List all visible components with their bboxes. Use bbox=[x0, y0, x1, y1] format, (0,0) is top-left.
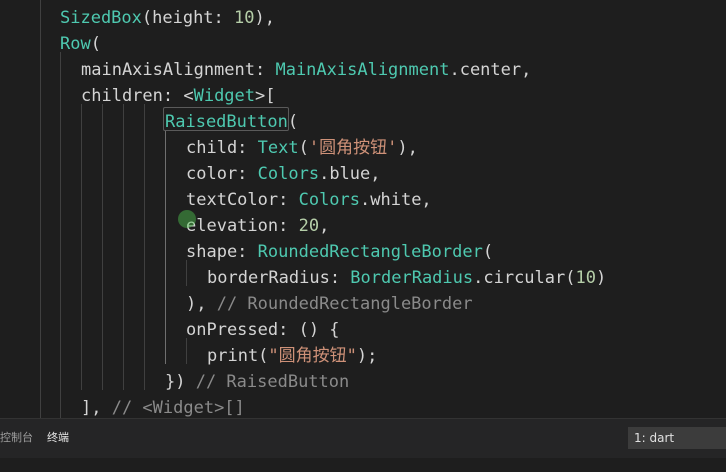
indent-guide bbox=[102, 104, 103, 390]
code-token: 20 bbox=[298, 216, 320, 236]
code-line[interactable]: shape: RoundedRectangleBorder( bbox=[186, 239, 493, 265]
code-token: BorderRadius bbox=[350, 268, 474, 288]
code-token: ), bbox=[254, 8, 275, 28]
indent-guide bbox=[60, 52, 61, 418]
terminal-area[interactable] bbox=[0, 458, 726, 472]
code-token: .circular( bbox=[473, 268, 576, 288]
code-token: "圆角按钮" bbox=[268, 346, 357, 366]
code-token: MainAxisAlignment bbox=[275, 60, 450, 80]
code-token: ); bbox=[356, 346, 378, 366]
code-line[interactable]: print("圆角按钮"); bbox=[207, 343, 377, 369]
code-token: onPressed: () { bbox=[186, 320, 340, 340]
code-token: '圆角按钮' bbox=[308, 138, 398, 158]
code-token: }) bbox=[165, 372, 196, 392]
code-token: .white, bbox=[360, 190, 432, 210]
code-token: ( bbox=[482, 242, 494, 262]
code-token: ), bbox=[186, 294, 217, 314]
code-token: SizedBox bbox=[60, 8, 142, 28]
code-token: (height: bbox=[141, 8, 235, 28]
indent-guide bbox=[81, 104, 82, 390]
code-token: 10 bbox=[575, 268, 596, 288]
code-line[interactable]: ), // RoundedRectangleBorder bbox=[186, 291, 473, 317]
code-token: ( bbox=[90, 34, 101, 54]
code-token: print( bbox=[207, 346, 269, 366]
code-line[interactable]: RaisedButton( bbox=[165, 109, 298, 135]
code-token: , bbox=[319, 216, 330, 236]
code-line[interactable]: onPressed: () { bbox=[186, 317, 340, 343]
code-line[interactable]: mainAxisAlignment: MainAxisAlignment.cen… bbox=[81, 57, 531, 83]
code-token: mainAxisAlignment: bbox=[81, 60, 276, 80]
code-token: // <Widget>[] bbox=[111, 398, 245, 418]
code-token: RaisedButton bbox=[165, 112, 288, 132]
code-token: ), bbox=[397, 138, 418, 158]
code-token: 10 bbox=[234, 8, 255, 28]
bottom-panel-bar: 控制台 终端 1: dart bbox=[0, 418, 726, 459]
code-line[interactable]: }) // RaisedButton bbox=[165, 369, 349, 395]
code-line[interactable]: ], // <Widget>[] bbox=[81, 395, 245, 418]
code-token: shape: bbox=[186, 242, 258, 262]
code-token: Widget bbox=[193, 86, 256, 106]
code-line[interactable]: borderRadius: BorderRadius.circular(10) bbox=[207, 265, 606, 291]
code-line[interactable]: textColor: Colors.white, bbox=[186, 187, 432, 213]
tab-debug-console[interactable]: 控制台 bbox=[0, 429, 33, 445]
code-token: borderRadius: bbox=[207, 268, 351, 288]
code-line[interactable]: color: Colors.blue, bbox=[186, 161, 381, 187]
indent-guide bbox=[144, 104, 145, 390]
code-token: ) bbox=[595, 268, 607, 288]
indent-guide bbox=[123, 104, 124, 390]
code-token: // RaisedButton bbox=[195, 372, 350, 392]
indent-guide-active bbox=[165, 130, 166, 364]
code-line[interactable]: elevation: 20, bbox=[186, 213, 329, 239]
terminal-select[interactable]: 1: dart bbox=[628, 427, 726, 449]
code-line[interactable]: child: Text('圆角按钮'), bbox=[186, 135, 418, 161]
code-token: textColor: bbox=[186, 190, 299, 210]
code-token: .blue, bbox=[319, 164, 381, 184]
code-token: >[ bbox=[255, 86, 276, 106]
cursor-indicator bbox=[178, 210, 196, 228]
code-token: ( bbox=[298, 138, 309, 158]
code-token: .center, bbox=[449, 60, 532, 80]
code-token: // RoundedRectangleBorder bbox=[216, 294, 473, 314]
code-token: child: bbox=[186, 138, 258, 158]
code-line[interactable]: Row( bbox=[60, 31, 101, 57]
tab-terminal[interactable]: 终端 bbox=[47, 429, 69, 445]
code-token: Colors bbox=[257, 164, 320, 184]
code-token: Colors bbox=[298, 190, 361, 210]
code-token: color: bbox=[186, 164, 258, 184]
code-editor[interactable]: SizedBox(height: 10), Row(mainAxisAlignme… bbox=[0, 0, 726, 418]
code-token: RoundedRectangleBorder bbox=[257, 242, 483, 262]
code-token: Text bbox=[257, 138, 299, 158]
code-token: Row bbox=[60, 34, 91, 54]
code-token: ( bbox=[287, 112, 299, 132]
code-token: elevation: bbox=[186, 216, 299, 236]
code-token: children: < bbox=[81, 86, 194, 106]
code-token: ], bbox=[81, 398, 112, 418]
code-line[interactable]: SizedBox(height: 10), bbox=[60, 5, 275, 31]
code-line[interactable]: children: <Widget>[ bbox=[81, 83, 276, 109]
indent-guide bbox=[40, 0, 41, 418]
